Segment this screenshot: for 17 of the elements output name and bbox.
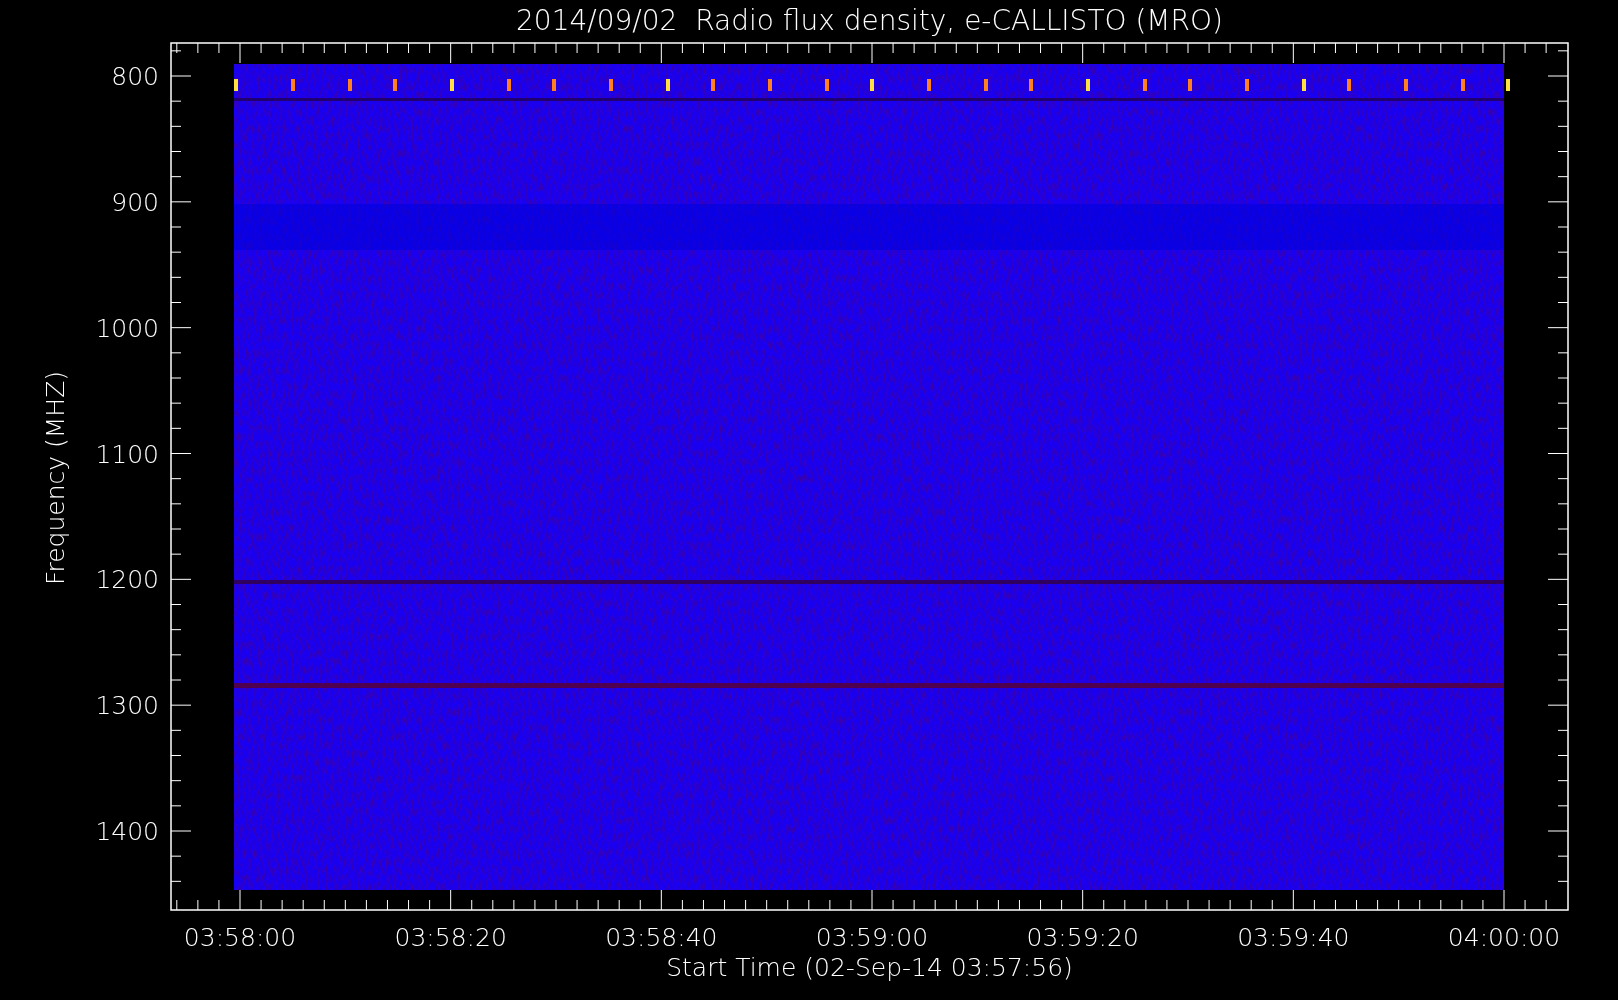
y-axis-label: Frequency (MHZ) xyxy=(41,370,70,586)
x-tick-label: 04:00:00 xyxy=(1447,923,1561,952)
x-tick-label: 03:58:40 xyxy=(605,923,718,952)
chart-title: 2014/09/02 Radio flux density, e-CALLISTO (MRO) xyxy=(516,4,1223,37)
y-tick-label: 1300 xyxy=(95,691,159,721)
x-tick-label: 03:59:20 xyxy=(1026,923,1139,952)
x-tick-label: 03:58:20 xyxy=(394,923,507,952)
y-tick-label: 800 xyxy=(111,62,159,91)
x-axis-label: Start Time (02-Sep-14 03:57:56) xyxy=(666,953,1073,982)
y-tick-label: 1200 xyxy=(95,565,159,595)
y-tick-label: 900 xyxy=(111,187,159,217)
x-tick-label: 03:59:00 xyxy=(815,923,929,952)
y-tick-label: 1100 xyxy=(95,439,159,469)
y-tick-label: 1000 xyxy=(95,313,159,343)
x-tick-label: 03:59:40 xyxy=(1237,923,1350,952)
x-tick-label: 03:58:00 xyxy=(183,923,297,952)
y-tick-label: 1400 xyxy=(95,817,159,846)
